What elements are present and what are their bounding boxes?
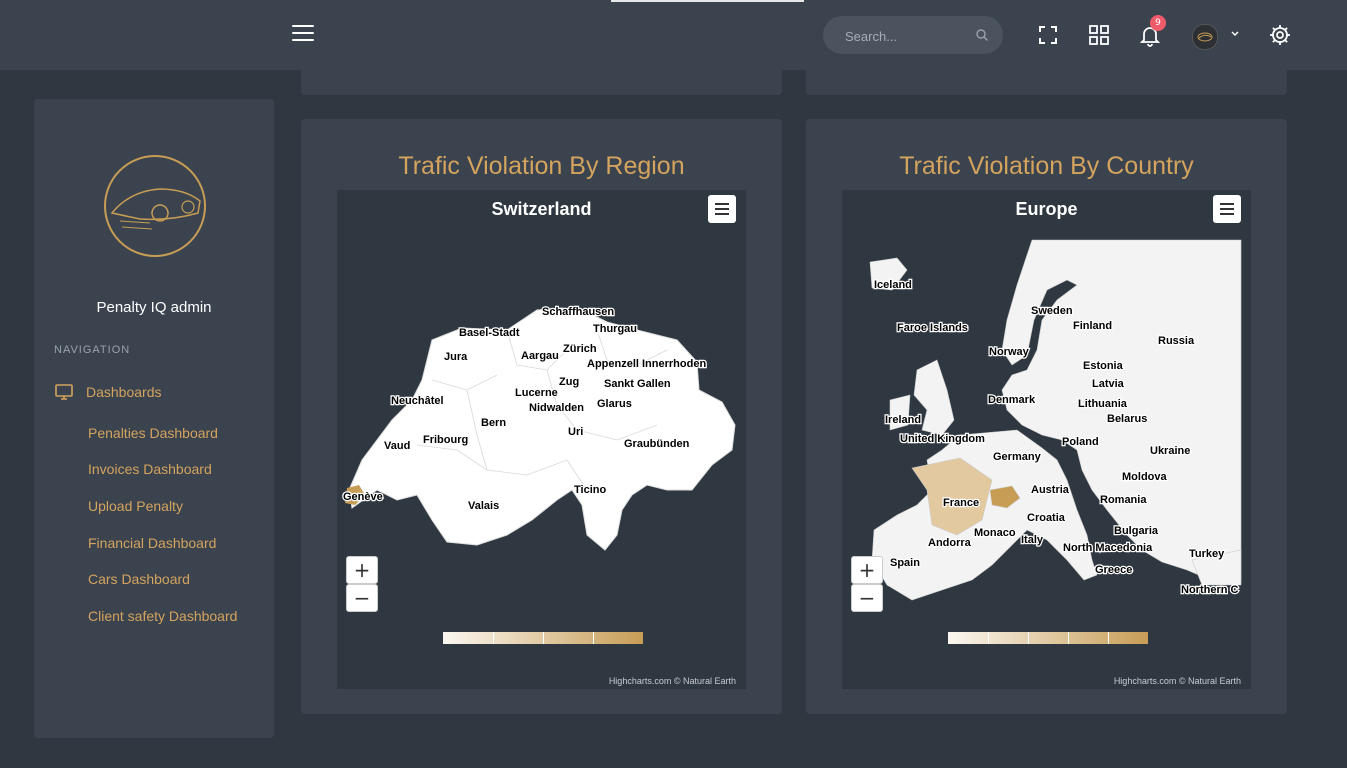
map-label: Schaffhausen — [542, 306, 614, 318]
card-heading: Trafic Violation By Country — [899, 152, 1194, 180]
search-box — [823, 16, 1003, 54]
map-label: Northern C — [1181, 584, 1239, 596]
map-label: Graubünden — [624, 438, 690, 450]
nav-dashboards[interactable]: Dashboards — [54, 382, 162, 402]
map-label: Genève — [343, 491, 383, 503]
map-label: Belarus — [1107, 413, 1147, 425]
map-label: Romania — [1100, 494, 1147, 506]
nav-item-upload-penalty[interactable]: Upload Penalty — [88, 498, 183, 514]
map-label: Ukraine — [1150, 445, 1190, 457]
map-label: Austria — [1031, 484, 1070, 496]
map-label: Denmark — [988, 394, 1036, 406]
credits-link[interactable]: Highcharts.com © Natural Earth — [609, 676, 736, 686]
zoom-in-button[interactable]: + — [851, 556, 883, 584]
avatar[interactable] — [1192, 24, 1218, 50]
map-label: Sweden — [1031, 305, 1073, 317]
search-icon[interactable] — [975, 28, 989, 42]
map-label: Fribourg — [423, 434, 468, 446]
map-label: Ireland — [885, 414, 921, 426]
map-label: Norway — [989, 346, 1030, 358]
map-label: Estonia — [1083, 360, 1124, 372]
map-label: Neuchâtel — [391, 395, 444, 407]
map-label: Faroe Islands — [897, 322, 968, 334]
map-label: Monaco — [974, 527, 1016, 539]
map-label: Vaud — [384, 440, 410, 452]
active-tab-indicator — [611, 0, 804, 2]
map-label: Germany — [993, 451, 1042, 463]
region-map: Switzerland Schaffhausen Basel-Stadt Thu… — [337, 190, 746, 689]
country-map-card: Trafic Violation By Country Europe Icela… — [806, 119, 1287, 714]
map-label: Poland — [1062, 436, 1099, 448]
username: Penalty IQ admin — [96, 299, 212, 316]
map-label: Lucerne — [515, 387, 558, 399]
chevron-down-icon[interactable] — [1230, 30, 1240, 38]
map-label: Latvia — [1092, 378, 1125, 390]
map-label: Finland — [1073, 320, 1112, 332]
map-label: Basel-Stadt — [459, 327, 520, 339]
country-map: Europe Iceland Sweden Finland Faroe Isla… — [842, 190, 1251, 689]
map-label: Lithuania — [1078, 398, 1128, 410]
zoom-in-button[interactable]: + — [346, 556, 378, 584]
map-label: Jura — [444, 351, 468, 363]
map-label: Aargau — [521, 350, 559, 362]
card-heading: Trafic Violation By Region — [398, 152, 685, 180]
color-legend — [948, 632, 1148, 644]
map-label: United Kingdom — [900, 433, 985, 445]
nav-item-financial-dashboard[interactable]: Financial Dashboard — [88, 535, 216, 551]
card-partial — [806, 70, 1287, 95]
map-label: Italy — [1021, 534, 1044, 546]
map-label: Russia — [1158, 335, 1195, 347]
color-legend — [443, 632, 643, 644]
nav-item-client-safety-dashboard[interactable]: Client safety Dashboard — [88, 608, 237, 624]
map-label: Uri — [568, 426, 583, 438]
gear-icon[interactable] — [1268, 23, 1292, 47]
map-label: Turkey — [1189, 548, 1225, 560]
fullscreen-icon[interactable] — [1036, 23, 1060, 47]
region-labels: Schaffhausen Basel-Stadt Thurgau Jura Zü… — [342, 305, 708, 514]
map-label: Nidwalden — [529, 402, 584, 414]
zoom-out-button[interactable]: − — [851, 584, 883, 612]
map-label: North Macedonia — [1063, 542, 1153, 554]
map-label: Moldova — [1122, 471, 1167, 483]
nav-item-invoices-dashboard[interactable]: Invoices Dashboard — [88, 461, 212, 477]
notification-badge: 9 — [1150, 15, 1166, 31]
sidebar: Penalty IQ admin NAVIGATION Dashboards P… — [34, 99, 274, 738]
search-input[interactable] — [843, 26, 977, 46]
map-label: Zürich — [563, 343, 597, 355]
logo — [104, 155, 206, 257]
top-bar: 9 — [0, 0, 1347, 70]
credits-link[interactable]: Highcharts.com © Natural Earth — [1114, 676, 1241, 686]
nav-item-penalties-dashboard[interactable]: Penalties Dashboard — [88, 425, 218, 441]
apps-grid-icon[interactable] — [1087, 23, 1111, 47]
map-label: Spain — [890, 557, 920, 569]
map-label: Thurgau — [593, 323, 637, 335]
map-label: Bulgaria — [1114, 525, 1159, 537]
nav-dashboards-label: Dashboards — [86, 384, 162, 400]
country-labels: Iceland Sweden Finland Faroe Islands Rus… — [873, 278, 1240, 598]
map-label: Ticino — [574, 484, 606, 496]
map-label: France — [943, 497, 979, 509]
zoom-out-button[interactable]: − — [346, 584, 378, 612]
map-label: Iceland — [874, 279, 912, 291]
map-label: Valais — [468, 500, 499, 512]
region-map-card: Trafic Violation By Region Switzerland S… — [301, 119, 782, 714]
card-partial — [301, 70, 782, 95]
map-label: Croatia — [1027, 512, 1066, 524]
menu-icon[interactable] — [292, 25, 314, 43]
map-label: Bern — [481, 417, 506, 429]
nav-item-cars-dashboard[interactable]: Cars Dashboard — [88, 571, 190, 587]
map-label: Greece — [1095, 564, 1132, 576]
map-label: Appenzell Innerrhoden — [587, 358, 706, 370]
monitor-icon — [55, 384, 73, 400]
nav-section-title: NAVIGATION — [54, 344, 131, 356]
map-label: Andorra — [928, 537, 972, 549]
map-label: Zug — [559, 376, 579, 388]
map-label: Sankt Gallen — [604, 378, 671, 390]
map-label: Glarus — [597, 398, 632, 410]
